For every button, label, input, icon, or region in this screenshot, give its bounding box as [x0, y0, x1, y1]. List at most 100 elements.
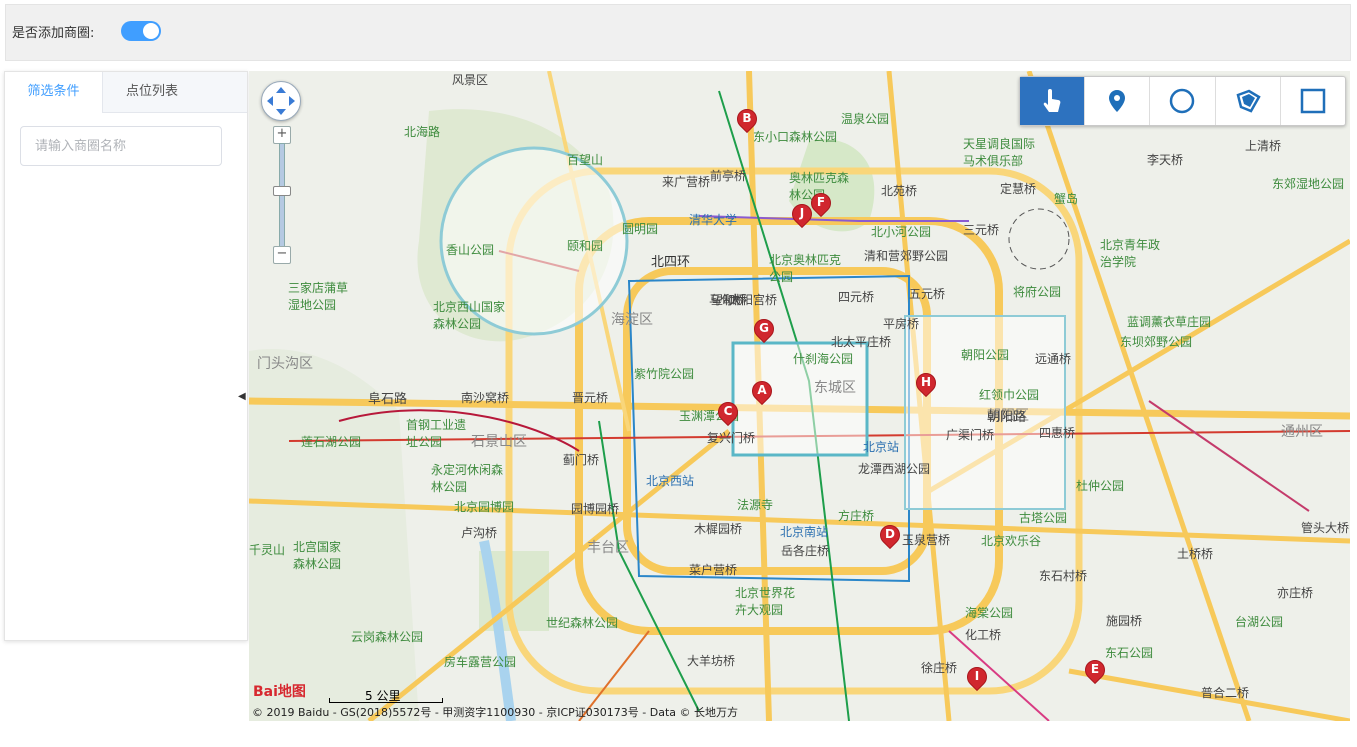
park-label: 圆明园	[622, 222, 659, 236]
park-label: 房车露营公园	[444, 655, 517, 669]
add-business-circle-switch[interactable]	[121, 21, 161, 41]
switch-knob	[143, 23, 159, 39]
marker-h[interactable]: H	[911, 368, 941, 399]
park-label: 北京园博园	[454, 500, 515, 514]
road-label: 岳各庄桥	[781, 544, 830, 558]
park-label: 什刹海公园	[793, 352, 854, 366]
road-label: 远通桥	[1035, 352, 1072, 366]
tab-point-list[interactable]: 点位列表	[102, 72, 202, 112]
map-copyright: © 2019 Baidu - GS(2018)5572号 - 甲测资字11009…	[252, 706, 739, 719]
map-view[interactable]: 海淀区 东城区 朝阳区 石景山区 丰台区 门头沟区 通州区 北四环 阜石路 朝阳…	[249, 71, 1350, 721]
road-label: 玉泉营桥	[902, 533, 951, 547]
marker-f[interactable]: F	[806, 188, 836, 219]
marker-c[interactable]: C	[713, 397, 743, 428]
baidu-map-logo: Bai地图	[253, 684, 306, 700]
road-label: 清和营郊野公园	[864, 249, 949, 263]
district-label: 通州区	[1281, 424, 1323, 440]
marker-e[interactable]: E	[1080, 655, 1110, 686]
park-label: 世纪森林公园	[546, 616, 619, 630]
park-label: 东石公园	[1105, 646, 1154, 660]
road-label: 施园桥	[1106, 614, 1143, 628]
road-label: 复兴门桥	[707, 431, 756, 445]
tab-filter-conditions[interactable]: 筛选条件	[5, 72, 103, 113]
road-label: 四惠桥	[1039, 426, 1076, 440]
circle-draw-icon	[1170, 88, 1195, 114]
road-label: 四元桥	[838, 290, 875, 304]
park-label: 莲石湖公园	[301, 435, 362, 449]
park-label: 东小口森林公园	[753, 130, 838, 144]
road-label: 化工桥	[965, 628, 1002, 642]
road-label: 北四环	[651, 255, 691, 270]
zoom-in-button[interactable]: +	[273, 126, 291, 144]
road-label: 卢沟桥	[461, 526, 498, 540]
road-label: 平房桥	[883, 317, 920, 331]
park-label: 红领巾公园	[979, 388, 1040, 402]
park-label: 北京欢乐谷	[981, 534, 1042, 548]
marker-i[interactable]: I	[962, 662, 992, 693]
road-label: 广渠门桥	[946, 428, 995, 442]
park-label: 蓝调薰衣草庄园	[1127, 315, 1212, 329]
road-label: 管头大桥	[1301, 521, 1350, 535]
tool-marker[interactable]	[1085, 77, 1151, 125]
park-label: 天星调良国际马术俱乐部	[963, 137, 1036, 168]
hand-pointer-icon	[1043, 89, 1061, 112]
road-label: 木樨园桥	[694, 522, 743, 536]
road-label: 李天桥	[1147, 153, 1184, 167]
marker-b[interactable]: B	[732, 104, 762, 135]
pan-arrows-icon	[267, 87, 295, 115]
road-label: 三元桥	[963, 223, 1000, 237]
marker-j[interactable]: J	[787, 199, 817, 230]
park-label: 永定河休闲森林公园	[431, 463, 504, 494]
road-label: 园博园桥	[571, 502, 620, 516]
road-label: 北太平庄桥	[831, 335, 892, 349]
park-label: 海棠公园	[965, 606, 1014, 620]
tool-circle[interactable]	[1150, 77, 1216, 125]
tool-hand[interactable]	[1020, 77, 1086, 125]
road-label: 北苑桥	[881, 184, 918, 198]
marker-g[interactable]: G	[749, 314, 779, 345]
road-label: 来广营桥	[662, 175, 711, 189]
zoom-slider-track[interactable]	[279, 143, 285, 253]
marker-a[interactable]: A	[747, 376, 777, 407]
panel-tabs: 筛选条件 点位列表	[5, 72, 247, 113]
tool-rectangle[interactable]	[1281, 77, 1345, 125]
map-marker-icon	[1109, 90, 1126, 112]
zoom-out-button[interactable]: −	[273, 246, 291, 264]
road-label: 晋元桥	[572, 391, 609, 405]
road-label: 东石村桥	[1039, 569, 1088, 583]
district-label: 海淀区	[611, 312, 653, 328]
road-label: 风景区	[452, 73, 489, 87]
district-label: 石景山区	[471, 434, 527, 450]
panel-collapse-handle[interactable]: ◀	[238, 391, 246, 402]
park-label: 北京青年政治学院	[1100, 238, 1161, 269]
park-label: 法源寺	[737, 498, 774, 512]
poi-label: 北京站	[863, 440, 900, 454]
park-label: 东郊湿地公园	[1272, 177, 1345, 191]
park-label: 朝阳公园	[961, 348, 1010, 362]
map-pan-control[interactable]	[261, 81, 301, 121]
road-label: 土桥桥	[1177, 547, 1214, 561]
road-label: 徐庄桥	[921, 661, 958, 675]
park-label: 东坝郊野公园	[1120, 335, 1193, 349]
road-label: 龙潭西湖公园	[858, 462, 931, 476]
road-label: 上清桥	[1245, 139, 1282, 153]
park-label: 三家店蒲草湿地公园	[288, 281, 349, 312]
park-label: 北海路	[404, 125, 441, 139]
district-label: 丰台区	[587, 540, 629, 556]
park-label: 蟹岛	[1054, 192, 1079, 206]
rectangle-draw-icon	[1300, 88, 1326, 114]
zoom-slider-thumb[interactable]	[273, 186, 291, 196]
marker-d[interactable]: D	[875, 520, 905, 551]
poi-label: 北京南站	[780, 525, 829, 539]
district-label: 东城区	[814, 380, 856, 396]
park-label: 北京世界花卉大观园	[735, 586, 796, 617]
tool-polygon[interactable]	[1216, 77, 1281, 125]
park-label: 云岗森林公园	[351, 630, 424, 644]
park-label: 将府公园	[1013, 285, 1062, 299]
business-circle-search-input[interactable]	[20, 126, 222, 166]
poi-label: 北京西站	[646, 474, 695, 488]
park-label: 千灵山	[249, 543, 286, 557]
district-label: 门头沟区	[257, 356, 313, 372]
road-label: 定慧桥	[1000, 182, 1037, 196]
road-label: 蓟门桥	[563, 453, 600, 467]
